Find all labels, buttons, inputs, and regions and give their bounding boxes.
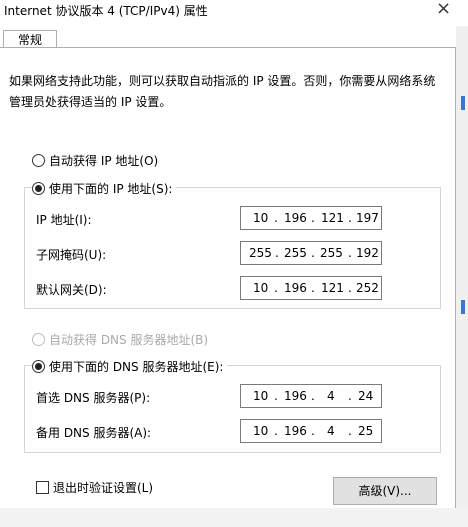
close-icon[interactable]: × [436, 0, 451, 19]
bottom-strip [0, 508, 468, 527]
subnet-mask-input[interactable]: 255 . 255 . 255 . 192 [240, 241, 382, 265]
auto-dns-label: 自动获得 DNS 服务器地址(B) [49, 333, 209, 347]
auto-ip-radio[interactable] [32, 154, 45, 167]
subnet-mask-label: 子网掩码(U): [36, 248, 107, 262]
background-accent [461, 300, 465, 314]
manual-ip-option[interactable]: 使用下面的 IP 地址(S): [32, 180, 177, 197]
validate-on-exit-option[interactable]: 退出时验证设置(L) [36, 479, 153, 496]
background-accent [461, 96, 465, 110]
alternate-dns-label: 备用 DNS 服务器(A): [36, 426, 152, 440]
advanced-button[interactable]: 高级(V)... [333, 477, 437, 505]
gateway-label: 默认网关(D): [36, 283, 107, 297]
alternate-dns-input[interactable]: 10 . 196 . 4 . 25 [240, 419, 382, 443]
manual-dns-radio[interactable] [32, 360, 45, 373]
window-title: Internet 协议版本 4 (TCP/IPv4) 属性 [4, 4, 208, 18]
tab-strip: 常规 [0, 26, 468, 49]
validate-on-exit-label: 退出时验证设置(L) [53, 481, 154, 495]
ip-address-input[interactable]: 10 . 196 . 121 . 197 [240, 206, 382, 230]
auto-dns-option[interactable]: 自动获得 DNS 服务器地址(B) [32, 331, 208, 348]
auto-dns-radio[interactable] [32, 333, 45, 346]
title-bar: Internet 协议版本 4 (TCP/IPv4) 属性 × [0, 0, 468, 26]
manual-ip-label: 使用下面的 IP 地址(S): [49, 182, 173, 196]
auto-ip-option[interactable]: 自动获得 IP 地址(O) [32, 152, 158, 169]
manual-ip-radio[interactable] [32, 182, 45, 195]
preferred-dns-label: 首选 DNS 服务器(P): [36, 391, 151, 405]
validate-on-exit-checkbox[interactable] [36, 481, 49, 494]
auto-ip-label: 自动获得 IP 地址(O) [49, 154, 159, 168]
manual-dns-option[interactable]: 使用下面的 DNS 服务器地址(E): [32, 358, 228, 375]
preferred-dns-input[interactable]: 10 . 196 . 4 . 24 [240, 384, 382, 408]
ip-address-label: IP 地址(I): [36, 213, 92, 227]
description-text: 如果网络支持此功能，则可以获取自动指派的 IP 设置。否则，你需要从网络系统管理… [9, 74, 436, 109]
gateway-input[interactable]: 10 . 196 . 121 . 252 [240, 276, 382, 300]
manual-dns-label: 使用下面的 DNS 服务器地址(E): [49, 360, 224, 374]
